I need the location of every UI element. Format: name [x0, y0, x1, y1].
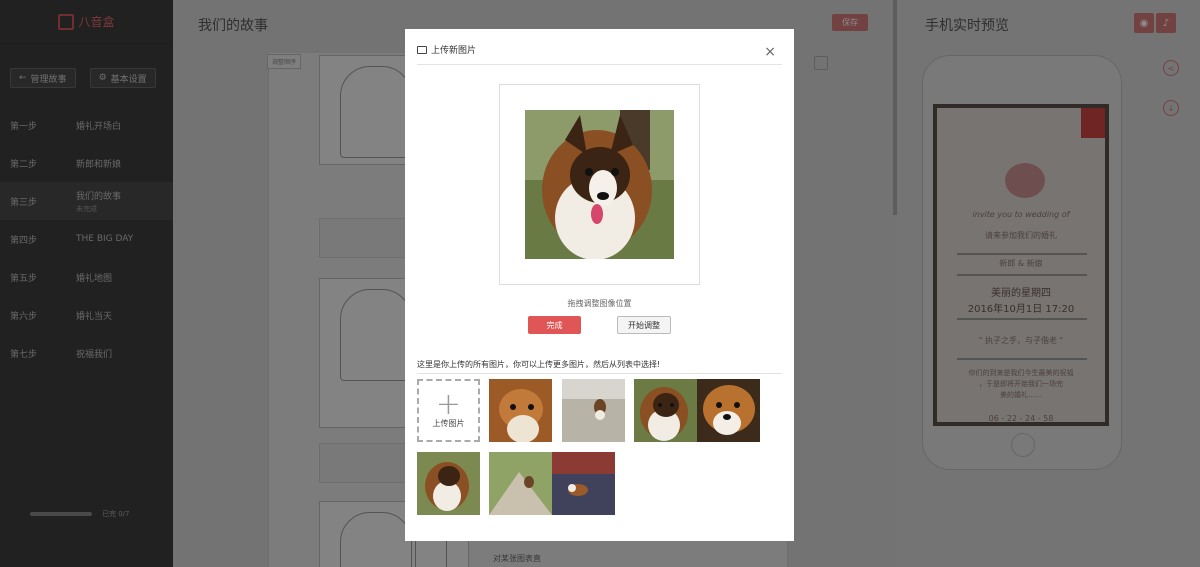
start-adjust-button[interactable]: 开始调整	[617, 316, 671, 334]
crop-photo[interactable]	[525, 110, 674, 259]
upload-image-dialog: 上传新图片 × 拖拽调整图像位置 完成 开始调整 这里是你上传的所有图片，你可以…	[405, 29, 794, 541]
gallery-thumbnail[interactable]	[634, 379, 697, 442]
plus-icon: +	[435, 387, 462, 422]
upload-image-label: 上传图片	[432, 419, 465, 428]
crop-hint: 拖拽调整图像位置	[567, 299, 632, 308]
gallery-thumbnail[interactable]	[417, 452, 480, 515]
dialog-header: 上传新图片 ×	[417, 43, 782, 65]
gallery-thumbnail[interactable]	[489, 452, 552, 515]
app: 八音盒 ← 管理故事 ⚙ 基本设置 第一步 婚礼开场白 第二步 新郎和新娘 第三…	[0, 0, 1200, 567]
dialog-title: 上传新图片	[431, 46, 477, 56]
gallery-thumbnail[interactable]	[552, 452, 615, 515]
upload-image-button[interactable]: + 上传图片	[417, 379, 480, 442]
folder-icon	[417, 46, 427, 54]
gallery-thumbnail[interactable]	[697, 379, 760, 442]
gallery-thumbnail[interactable]	[489, 379, 552, 442]
gallery-thumbnail[interactable]	[562, 379, 625, 442]
close-icon[interactable]: ×	[764, 45, 776, 59]
gallery-label: 这里是你上传的所有图片，你可以上传更多图片，然后从列表中选择!	[417, 359, 782, 374]
crop-area[interactable]	[499, 84, 700, 285]
done-button[interactable]: 完成	[528, 316, 581, 334]
